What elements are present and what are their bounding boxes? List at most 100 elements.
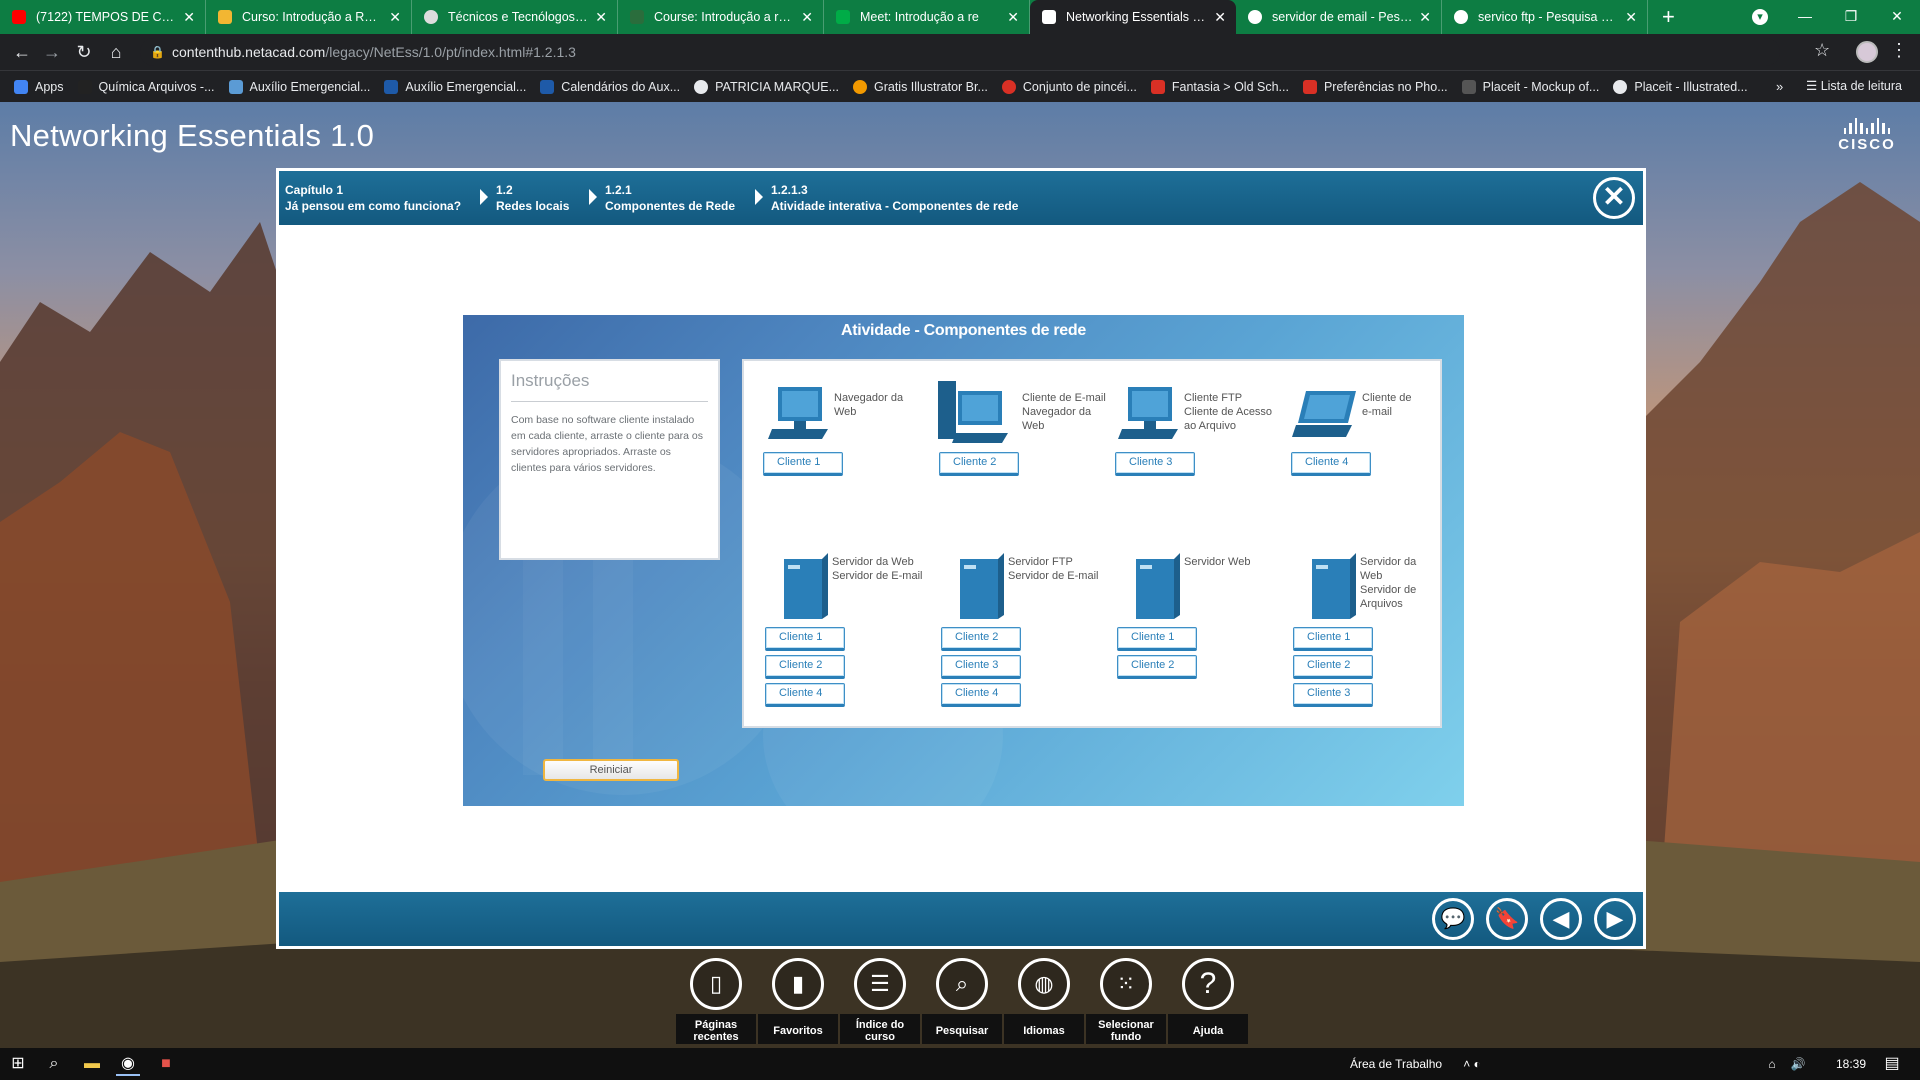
browser-tab[interactable]: Meet: Introdução a re ✕ (824, 0, 1030, 34)
reset-button[interactable]: Reiniciar (543, 759, 679, 781)
server-2-slot[interactable]: Cliente 2 (941, 627, 1021, 651)
dock-search[interactable]: ⌕ Pesquisar (921, 958, 1003, 1044)
dock-languages[interactable]: ◍ Idiomas (1003, 958, 1085, 1044)
profile-menu-icon[interactable]: ▾ (1752, 9, 1768, 25)
address-bar[interactable]: 🔒 contenthub.netacad.com/legacy/NetEss/1… (140, 38, 1780, 66)
desktop-toolbar-label[interactable]: Área de Trabalho (1350, 1057, 1442, 1071)
close-icon[interactable]: ✕ (389, 0, 401, 34)
close-icon[interactable]: ✕ (183, 0, 195, 34)
app-icon[interactable]: ■ (154, 1052, 178, 1076)
dock-favorites[interactable]: ▮ Favoritos (757, 958, 839, 1044)
notifications-icon[interactable]: ▤ (1880, 1052, 1904, 1076)
server-1-slot[interactable]: Cliente 4 (765, 683, 845, 707)
browser-tab[interactable]: Course: Introdução a redes ✕ (618, 0, 824, 34)
client-1-draggable[interactable]: Cliente 1 (763, 452, 843, 476)
chrome-icon[interactable]: ◉ (116, 1052, 140, 1076)
server-3-slot[interactable]: Cliente 1 (1117, 627, 1197, 651)
bookmark-item[interactable]: Auxílio Emergencial... (384, 79, 526, 94)
browser-tab-active[interactable]: Networking Essentials 1.0 ✕ (1030, 0, 1236, 34)
comment-icon[interactable]: 💬 (1432, 898, 1474, 940)
windows-start-icon[interactable]: ⊞ (6, 1052, 30, 1076)
server-4-slot[interactable]: Cliente 1 (1293, 627, 1373, 651)
windows-taskbar: ⊞ ⌕ ▬ ◉ ■ Área de Trabalho ˄ ◐ ☁ ✉ ♪ ⌂ 🔊… (0, 1048, 1920, 1080)
server-4-slot[interactable]: Cliente 3 (1293, 683, 1373, 707)
tab-title: (7122) TEMPOS DE CQC - Y (36, 10, 200, 24)
close-icon[interactable]: ✕ (801, 0, 813, 34)
instructions-text: Com base no software cliente instalado e… (511, 414, 704, 474)
dock-recent-pages[interactable]: ▯ Páginas recentes (675, 958, 757, 1044)
server-1-slot[interactable]: Cliente 2 (765, 655, 845, 679)
browser-tab[interactable]: servico ftp - Pesquisa Goo ✕ (1442, 0, 1648, 34)
server-label: Servidor da Web Servidor de Arquivos (1360, 556, 1417, 610)
bookmark-item[interactable]: Placeit - Mockup of... (1461, 79, 1599, 94)
bookmark-item[interactable]: Gratis Illustrator Br... (852, 79, 988, 94)
server-2-slot[interactable]: Cliente 4 (941, 683, 1021, 707)
bookmark-label: PATRICIA MARQUE... (715, 79, 839, 94)
server-4-slot[interactable]: Cliente 2 (1293, 655, 1373, 679)
volume-icon[interactable]: 🔊 (1786, 1052, 1810, 1076)
bookmark-item[interactable]: Apps (14, 79, 64, 94)
avatar[interactable] (1856, 41, 1878, 63)
server-3-slot[interactable]: Cliente 2 (1117, 655, 1197, 679)
tray-icons[interactable]: ˄ ◐ ☁ ✉ ♪ (1460, 1052, 1484, 1076)
bookmark-item[interactable]: Calendários do Aux... (540, 79, 680, 94)
back-icon[interactable]: ← (10, 40, 34, 64)
bookmark-icon: ▮ (772, 958, 824, 1010)
close-icon[interactable]: ✕ (595, 0, 607, 34)
client-3-draggable[interactable]: Cliente 3 (1115, 452, 1195, 476)
bookmark-item[interactable]: Placeit - Illustrated... (1613, 79, 1748, 94)
close-icon[interactable]: ✕ (1625, 0, 1637, 34)
network-icon[interactable]: ⌂ (1760, 1052, 1784, 1076)
bookmark-star-icon[interactable]: ☆ (1814, 40, 1830, 61)
reading-list-button[interactable]: ☰ Lista de leitura (1806, 78, 1902, 93)
browser-tab[interactable]: (7122) TEMPOS DE CQC - Y ✕ (0, 0, 206, 34)
client-2-draggable[interactable]: Cliente 2 (939, 452, 1019, 476)
clock[interactable]: 18:39 (1836, 1057, 1866, 1071)
chevron-right-icon (480, 189, 488, 205)
bookmark-item[interactable]: PATRICIA MARQUE... (694, 79, 839, 94)
browser-tab[interactable]: servidor de email - Pesquis ✕ (1236, 0, 1442, 34)
browser-tab[interactable]: Técnicos e Tecnólogos – Cl ✕ (412, 0, 618, 34)
breadcrumb-num: 1.2 (496, 183, 513, 197)
bookmark-item[interactable]: Auxílio Emergencial... (228, 79, 370, 94)
breadcrumb-num: 1.2.1 (605, 183, 632, 197)
client-4-draggable[interactable]: Cliente 4 (1291, 452, 1371, 476)
reload-icon[interactable]: ↻ (72, 40, 96, 64)
close-icon[interactable]: ✕ (1419, 0, 1431, 34)
file-explorer-icon[interactable]: ▬ (80, 1052, 104, 1076)
server-1-slot[interactable]: Cliente 1 (765, 627, 845, 651)
browser-tab[interactable]: Curso: Introdução a Redes ✕ (206, 0, 412, 34)
bookmark-item[interactable]: Fantasia > Old Sch... (1150, 79, 1289, 94)
menu-icon[interactable]: ⋮ (1890, 40, 1908, 61)
breadcrumb-item: 1.2.1.3 Atividade interativa - Component… (771, 182, 1018, 214)
course-title: Networking Essentials 1.0 (10, 118, 375, 153)
client-software-label: Cliente de e-mail (1362, 392, 1412, 418)
search-icon[interactable]: ⌕ (42, 1052, 66, 1076)
close-activity-button[interactable]: ✕ (1593, 177, 1635, 219)
minimize-icon[interactable]: — (1782, 0, 1828, 34)
close-icon[interactable]: ✕ (1214, 0, 1226, 34)
breadcrumb-item[interactable]: 1.2.1 Componentes de Rede (605, 182, 735, 214)
breadcrumb-num: 1.2.1.3 (771, 183, 808, 197)
bookmark-item[interactable]: Conjunto de pincéi... (1001, 79, 1137, 94)
next-page-icon[interactable]: ▶ (1594, 898, 1636, 940)
more-bookmarks-button[interactable]: » (1776, 79, 1783, 94)
server-2-slot[interactable]: Cliente 3 (941, 655, 1021, 679)
breadcrumb-item[interactable]: Capítulo 1 Já pensou em como funciona? (285, 182, 461, 214)
close-icon[interactable]: ✕ (1007, 0, 1019, 34)
restore-icon[interactable]: ❐ (1828, 0, 1874, 34)
home-icon[interactable]: ⌂ (104, 40, 128, 64)
forward-icon[interactable]: → (40, 40, 64, 64)
bookmark-item[interactable]: Química Arquivos -... (77, 79, 215, 94)
dock-help[interactable]: ? Ajuda (1167, 958, 1249, 1044)
dock-select-background[interactable]: ⁙ Selecionar fundo (1085, 958, 1167, 1044)
bookmark-item[interactable]: Preferências no Pho... (1302, 79, 1448, 94)
breadcrumb-item[interactable]: 1.2 Redes locais (496, 182, 569, 214)
new-tab-button[interactable]: + (1662, 0, 1675, 34)
previous-page-icon[interactable]: ◀ (1540, 898, 1582, 940)
close-window-icon[interactable]: ✕ (1874, 0, 1920, 34)
bookmark-icon[interactable]: 🔖 (1486, 898, 1528, 940)
browser-tab-strip: (7122) TEMPOS DE CQC - Y ✕ Curso: Introd… (0, 0, 1920, 34)
adobe-icon (1302, 79, 1317, 94)
dock-course-index[interactable]: ☰ Índice do curso (839, 958, 921, 1044)
